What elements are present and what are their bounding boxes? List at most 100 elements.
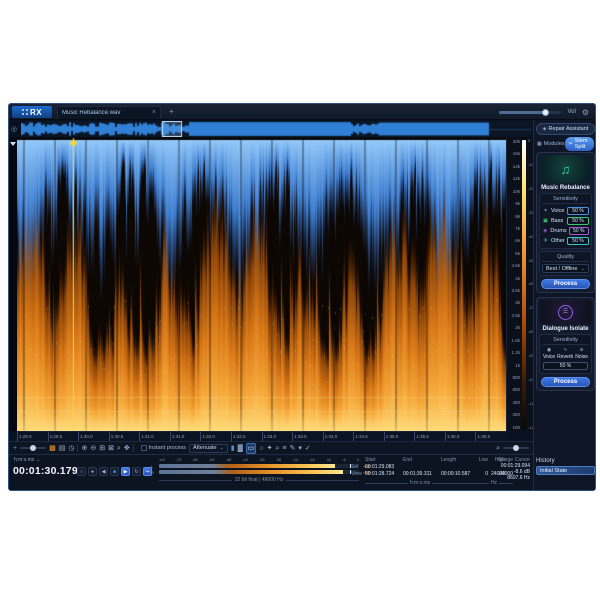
rewind-button[interactable]: ◀ [99, 467, 108, 476]
timeline-tick: 1:35.0 [383, 432, 415, 441]
play-button[interactable]: ▶ [121, 467, 130, 476]
col-header-start: Start [365, 457, 376, 463]
other-sensitivity-value[interactable]: 50 % [567, 237, 589, 245]
quality-select[interactable]: Best / Offline ⌄ [542, 264, 589, 273]
loop-playback-button[interactable]: ○ [77, 467, 86, 476]
hand-pan-icon[interactable]: ✥ [124, 444, 130, 453]
record-button[interactable]: ● [88, 467, 97, 476]
monitor-icon[interactable]: ◎ [11, 125, 17, 133]
right-panel: ◈ Repair Assistant ▦ Modules ✂ Stem Split ♫… [533, 120, 595, 490]
zoom-out-icon[interactable]: ⊖ [90, 444, 96, 453]
time-format-select[interactable]: h:m:s.ms ⌄ [14, 457, 40, 463]
history-item[interactable]: Initial State [536, 466, 595, 475]
freq-tick-label: 2.5k [511, 312, 520, 318]
bass-icon: ▣ [542, 218, 549, 224]
overview-strip: ◎ [9, 120, 533, 138]
playhead-time[interactable]: 00:01:30.179 [13, 465, 78, 477]
history-clock-icon[interactable]: ◷ [68, 444, 74, 453]
di-noise-toggle[interactable]: ※ Noise [575, 347, 588, 360]
spectrogram-view[interactable] [17, 138, 506, 431]
freq-tick-label: 8k [515, 213, 520, 219]
col-header-low: Low [478, 457, 488, 463]
meter-scale-label: -6 [342, 457, 346, 462]
process-mode-select[interactable]: Attenuate ⌄ [189, 443, 228, 453]
layout-table-icon[interactable]: ▤ [59, 444, 66, 453]
meter-scale-label: -54 [208, 457, 215, 462]
repair-assistant-label: Repair Assistant [548, 126, 589, 132]
frequency-axis: 20k 16k 14k 12k 10k 9k 8k 7k 6k 5k 4.5k 4k 3.5k 3k 2.5… [507, 139, 520, 430]
crosshair-icon[interactable]: + [13, 444, 17, 453]
new-tab-button[interactable]: + [169, 107, 174, 116]
spectrogram-color-icon[interactable]: ▩ [49, 444, 56, 453]
meter-scale-label: -36 [258, 457, 265, 462]
timeline-tick: 1:31.0 [139, 432, 170, 441]
adjust-tool-icon[interactable]: ≡ [282, 444, 286, 453]
di-sensitivity-value[interactable]: 50 % [543, 362, 588, 370]
zoom-selection-icon[interactable]: ⊠ [108, 444, 114, 453]
brush-tool-icon[interactable]: ✎ [290, 444, 296, 453]
module-artwork: ♫ [539, 155, 592, 183]
bass-sensitivity-value[interactable]: 50 % [567, 217, 589, 225]
volume-slider-knob[interactable] [542, 108, 550, 116]
view-end-value[interactable]: 00:01:39.311 [403, 472, 432, 477]
process-mode-value: Attenuate [193, 445, 217, 451]
panel-tabs: ▦ Modules ✂ Stem Split [536, 136, 595, 151]
sel-start-value[interactable]: 00:01:29.083 [365, 465, 394, 470]
file-tab[interactable]: Music Rebalance.wav × [57, 106, 161, 119]
waveform-overview[interactable] [21, 121, 531, 137]
freq-tick-label: 800 [512, 375, 520, 381]
timeline-tick: 1:34.0 [322, 432, 354, 441]
time-unit-label: h:m:s.ms [365, 481, 475, 486]
process-button[interactable]: Process [541, 279, 590, 289]
time-selection-icon[interactable]: ▭ [245, 442, 257, 454]
drums-sensitivity-value[interactable]: 50 % [568, 227, 589, 235]
tab-modules[interactable]: ▦ Modules [537, 141, 565, 147]
confirm-check-icon[interactable]: ✓ [305, 444, 311, 453]
zoom-tool-icon[interactable]: ⌕ [276, 444, 280, 453]
magic-wand-icon[interactable]: ✦ [267, 444, 273, 453]
view-start-value[interactable]: 00:01:28.724 [365, 472, 394, 477]
volume-slider[interactable] [499, 108, 562, 116]
meter-channel-label: R [151, 470, 154, 475]
repair-assistant-button[interactable]: ◈ Repair Assistant [536, 123, 595, 135]
file-format-info: 32 bit float | 48000 Hz [159, 477, 359, 483]
voice-sensitivity-value[interactable]: 50 % [567, 207, 589, 215]
di-voice-toggle[interactable]: ◉ Voice [543, 347, 555, 360]
zoom-slider[interactable] [20, 445, 47, 451]
instant-process-toggle[interactable]: Instant process [140, 445, 186, 451]
view-length-value[interactable]: 00:00:10.587 [441, 472, 470, 477]
reverb-icon: ∿ [563, 347, 568, 353]
zoom-fit-icon[interactable]: ⊞ [99, 444, 105, 453]
timeline-tick: 1:33.5 [292, 432, 323, 441]
lasso-selection-icon[interactable]: ○ [259, 444, 263, 453]
di-reverb-toggle[interactable]: ∿ Reverb [557, 347, 573, 360]
meter-scale-label: -inf [159, 457, 165, 462]
editor-area: 20k 16k 14k 12k 10k 9k 8k 7k 6k 5k 4.5k 4k 3.5k 3k 2.5… [9, 138, 536, 490]
process-button[interactable]: Process [541, 377, 590, 387]
rx-app-window: RX Music Rebalance.wav × + Vol ⚙ ◎ 20k 16k… [8, 103, 596, 491]
chevron-down-icon[interactable]: ▾ [298, 444, 302, 453]
spectrogram-display-icon[interactable]: ▓ [238, 444, 243, 453]
opacity-slider[interactable] [503, 445, 529, 451]
tab-stem-split[interactable]: ✂ Stem Split [564, 136, 594, 151]
instant-process-checkbox[interactable] [140, 445, 147, 451]
freq-low-value[interactable]: 0 [475, 472, 488, 477]
tab-close-icon[interactable]: × [152, 109, 156, 116]
waveform-display-icon[interactable]: ▮ [231, 444, 235, 453]
repeat-button[interactable]: ↻ [132, 467, 141, 476]
magnifier-icon[interactable]: ⌕ [117, 444, 121, 453]
stop-button[interactable]: ■ [110, 467, 119, 476]
module-title: Dialogue Isolate [542, 326, 589, 332]
frequency-ruler: 20k 16k 14k 12k 10k 9k 8k 7k 6k 5k 4.5k 4k 3.5k 3k 2.5… [506, 138, 536, 431]
settings-gear-icon[interactable]: ⚙ [582, 108, 589, 117]
divider [77, 444, 79, 452]
izotope-grid-icon [21, 109, 28, 115]
timeline-ruler[interactable]: 1:29.0 1:29.5 1:30.0 1:30.5 1:31.0 1:31.5 1:32… [17, 431, 506, 441]
zoom-in-icon[interactable]: ⊕ [81, 444, 87, 453]
chevron-down-icon: ⌄ [36, 457, 41, 463]
drums-icon: ◈ [543, 228, 548, 234]
music-rebalance-module[interactable]: ♫ Music Rebalance Sensitivity ✦ Voice 50 %… [536, 152, 595, 293]
meter-scale-label: -48 [225, 457, 232, 462]
dialogue-isolate-module[interactable]: ☰ Dialogue Isolate Sensitivity ◉ Voice ∿ R… [536, 297, 595, 391]
find-similar-icon[interactable]: ⌕ [496, 444, 500, 453]
